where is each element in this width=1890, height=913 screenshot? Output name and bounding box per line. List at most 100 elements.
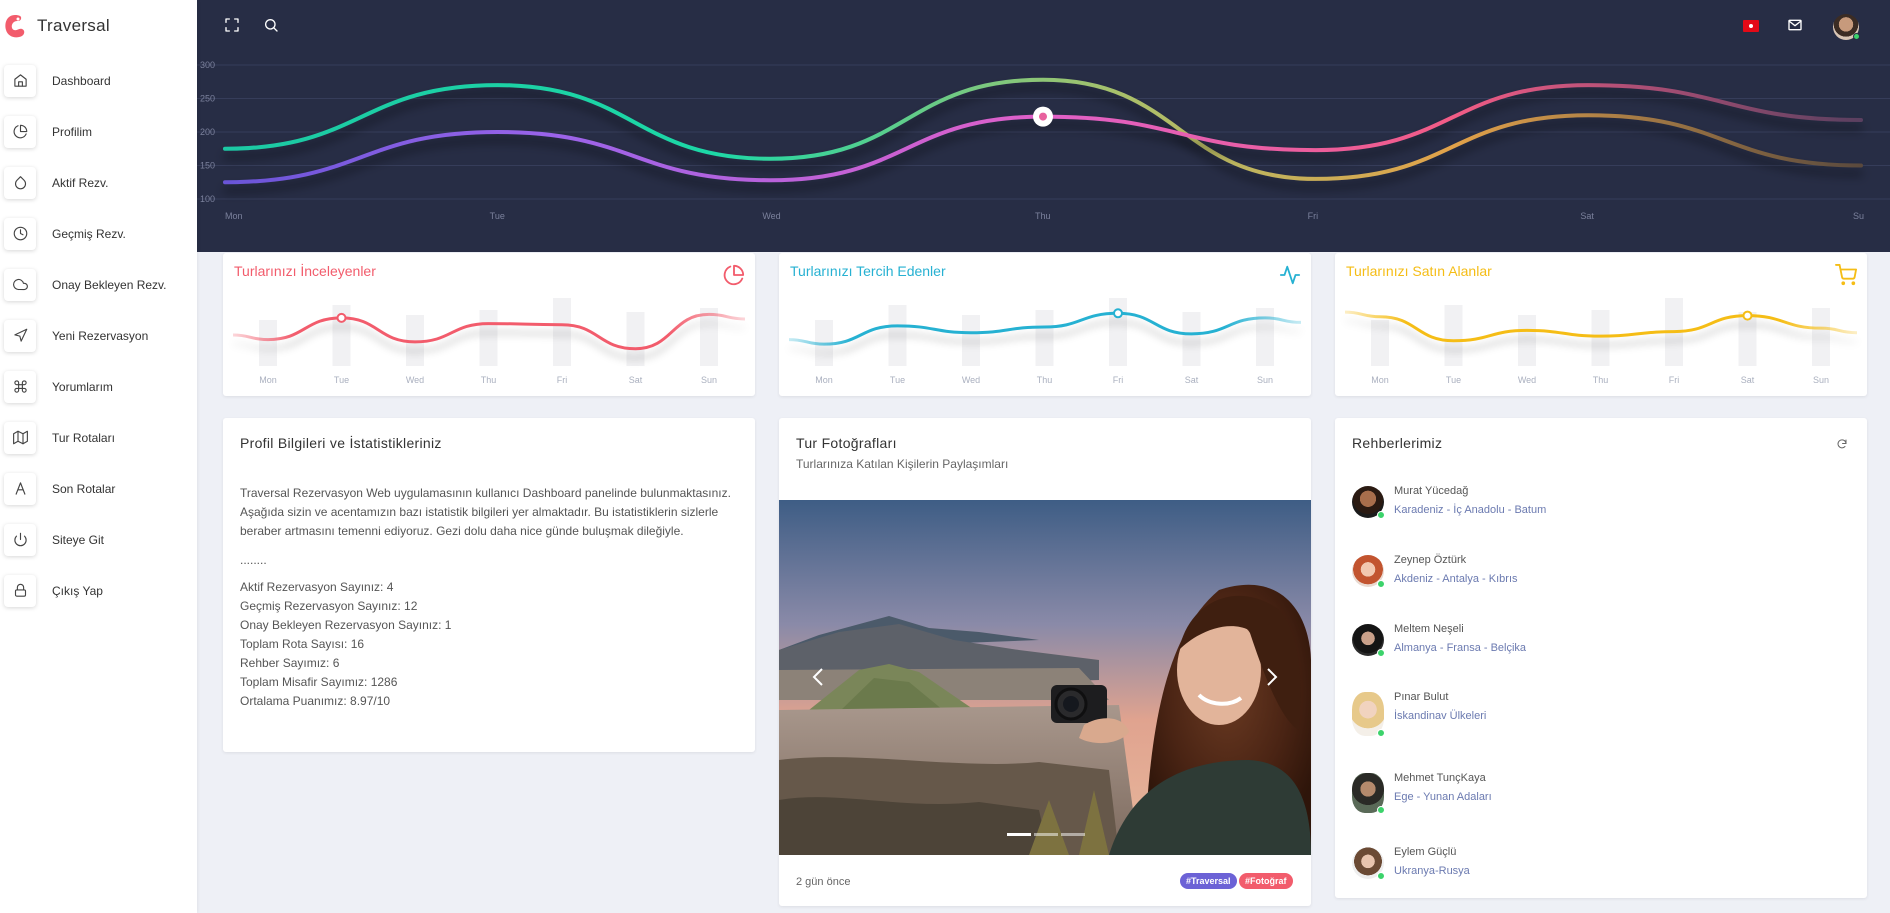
mini-bar xyxy=(1109,298,1127,366)
sidebar-item-dashboard[interactable]: Dashboard xyxy=(0,55,197,106)
sidebar-item-label: Tur Rotaları xyxy=(52,430,115,445)
sidebar-item-son-rotalar[interactable]: Son Rotalar xyxy=(0,463,197,514)
carousel-indicator[interactable] xyxy=(1007,833,1031,836)
tag-traversal[interactable]: #Traversal xyxy=(1180,873,1237,889)
y-axis: 300 250 200 150 100 xyxy=(200,60,215,204)
power-icon xyxy=(4,523,36,556)
carousel-prev-arrow[interactable] xyxy=(809,665,829,689)
profile-body: Traversal Rezervasyon Web uygulamasının … xyxy=(240,484,740,711)
sidebar-item-siteye-git[interactable]: Siteye Git xyxy=(0,514,197,565)
mini-bar xyxy=(1371,320,1389,366)
pie-chart-icon[interactable] xyxy=(723,264,745,286)
stat-card-viewers: Turlarınızı İnceleyenler Mon Tue Wed Thu Fri… xyxy=(223,253,755,396)
highlight-point[interactable] xyxy=(1742,310,1753,321)
x-axis: Mon Tue Wed Thu Fri Sat Su xyxy=(225,211,1864,221)
stat-line: Ortalama Puanımız: 8.97/10 xyxy=(240,694,391,708)
sidebar-item-gecmis-rezv[interactable]: Geçmiş Rezv. xyxy=(0,208,197,259)
carousel-next-arrow[interactable] xyxy=(1261,665,1281,689)
mail-icon[interactable] xyxy=(1785,15,1805,35)
online-status-dot xyxy=(1377,511,1385,519)
guide-avatar xyxy=(1352,624,1385,657)
sidebar-item-cikis-yap[interactable]: Çıkış Yap xyxy=(0,565,197,616)
cloud-icon xyxy=(4,268,36,301)
guides-card: Rehberlerimiz Murat Yücedağ Karadeniz - … xyxy=(1335,418,1867,898)
series-line xyxy=(223,83,1863,185)
x-tick-label: Sun xyxy=(1813,375,1829,385)
navigation-icon xyxy=(4,319,36,352)
photos-card-title: Tur Fotoğrafları xyxy=(796,435,897,451)
topbar: 300 250 200 150 100 Mon Tue Wed Thu Fri Sat Su xyxy=(197,0,1890,252)
mini-bar xyxy=(1518,315,1536,366)
sidebar-item-tur-rotalari[interactable]: Tur Rotaları xyxy=(0,412,197,463)
guide-item[interactable]: Eylem Güçlü Ukranya-Rusya xyxy=(1352,845,1470,880)
activity-icon[interactable] xyxy=(1279,264,1301,286)
sidebar-item-yeni-rezervasyon[interactable]: Yeni Rezervasyon xyxy=(0,310,197,361)
sidebar-item-aktif-rezv[interactable]: Aktif Rezv. xyxy=(0,157,197,208)
carousel-indicator[interactable] xyxy=(1061,833,1085,836)
guide-name: Eylem Güçlü xyxy=(1394,846,1457,858)
x-tick-label: Mon xyxy=(225,211,243,221)
photos-subtitle: Turlarınıza Katılan Kişilerin Paylaşımla… xyxy=(796,457,1009,471)
y-tick-label: 300 xyxy=(200,60,215,70)
online-status-dot xyxy=(1853,33,1860,40)
brand[interactable]: Traversal xyxy=(0,0,197,52)
x-tick-label: Wed xyxy=(1518,375,1536,385)
guide-avatar xyxy=(1352,773,1385,814)
mini-bar xyxy=(553,298,571,366)
guide-item[interactable]: Murat Yücedağ Karadeniz - İç Anadolu - B… xyxy=(1352,484,1546,519)
guide-info: Murat Yücedağ Karadeniz - İç Anadolu - B… xyxy=(1394,484,1546,516)
guide-name: Zeynep Öztürk xyxy=(1394,554,1467,566)
highlight-point[interactable] xyxy=(336,312,347,323)
turkey-flag-icon[interactable] xyxy=(1743,20,1759,32)
shopping-cart-icon[interactable] xyxy=(1835,264,1857,286)
carousel-indicator[interactable] xyxy=(1034,833,1058,836)
mini-bar xyxy=(700,308,718,366)
tag-fotograf[interactable]: #Fotoğraf xyxy=(1239,873,1293,889)
x-tick-label: Thu xyxy=(1035,211,1051,221)
photo-time: 2 gün önce xyxy=(796,876,851,888)
highlight-point[interactable] xyxy=(1113,308,1123,319)
refresh-icon[interactable] xyxy=(1836,437,1848,449)
guide-region: Ukranya-Rusya xyxy=(1394,865,1470,877)
x-tick-label: Sat xyxy=(1185,375,1199,385)
sidebar-item-profilim[interactable]: Profilim xyxy=(0,106,197,157)
user-avatar[interactable] xyxy=(1833,14,1860,40)
stat-line: Onay Bekleyen Rezervasyon Sayınız: 1 xyxy=(240,618,452,632)
sidebar-item-yorumlarim[interactable]: Yorumlarım xyxy=(0,361,197,412)
sidebar-item-onay-bekleyen[interactable]: Onay Bekleyen Rezv. xyxy=(0,259,197,310)
guide-item[interactable]: Mehmet TunçKaya Ege - Yunan Adaları xyxy=(1352,771,1492,814)
y-tick-label: 150 xyxy=(200,161,215,171)
guide-name: Mehmet TunçKaya xyxy=(1394,772,1486,784)
online-status-dot xyxy=(1377,729,1385,737)
guide-avatar xyxy=(1352,555,1385,588)
sidebar: Traversal Dashboard Profilim Aktif Rezv.… xyxy=(0,0,197,913)
search-icon[interactable] xyxy=(261,15,281,35)
stat-line: Rehber Sayımız: 6 xyxy=(240,656,340,670)
guide-info: Mehmet TunçKaya Ege - Yunan Adaları xyxy=(1394,771,1492,803)
y-tick-label: 250 xyxy=(200,94,215,104)
x-tick-label: Mon xyxy=(1371,375,1389,385)
x-tick-label: Wed xyxy=(962,375,980,385)
brand-name: Traversal xyxy=(37,16,110,35)
sidebar-item-label: Çıkış Yap xyxy=(52,583,103,598)
guide-item[interactable]: Zeynep Öztürk Akdeniz - Antalya - Kıbrıs xyxy=(1352,553,1518,588)
sidebar-item-label: Profilim xyxy=(52,124,93,139)
separator: ........ xyxy=(240,553,267,567)
guide-region: Ege - Yunan Adaları xyxy=(1394,791,1492,803)
fullscreen-icon[interactable] xyxy=(222,15,242,35)
sidebar-item-label: Yeni Rezervasyon xyxy=(52,328,149,343)
flag-crescent xyxy=(1749,24,1753,28)
series-line xyxy=(223,77,1863,181)
guide-item[interactable]: Meltem Neşeli Almanya - Fransa - Belçika xyxy=(1352,622,1526,657)
guide-item[interactable]: Pınar Bulut İskandinav Ülkeleri xyxy=(1352,690,1486,737)
photo-carousel[interactable] xyxy=(779,500,1311,855)
sidebar-item-label: Siteye Git xyxy=(52,532,105,547)
stat-line: Geçmiş Rezervasyon Sayınız: 12 xyxy=(240,599,418,613)
stat-card-buyers: Turlarınızı Satın Alanlar Mon Tue Wed Thu Fr… xyxy=(1335,253,1867,396)
guide-region: Akdeniz - Antalya - Kıbrıs xyxy=(1394,573,1518,585)
carousel-indicators xyxy=(1007,833,1085,836)
profile-stats-card: Profil Bilgileri ve İstatistikleriniz Tr… xyxy=(223,418,755,752)
sidebar-item-label: Aktif Rezv. xyxy=(52,175,109,190)
mini-bar xyxy=(962,315,980,366)
mini-bar xyxy=(1444,305,1463,366)
